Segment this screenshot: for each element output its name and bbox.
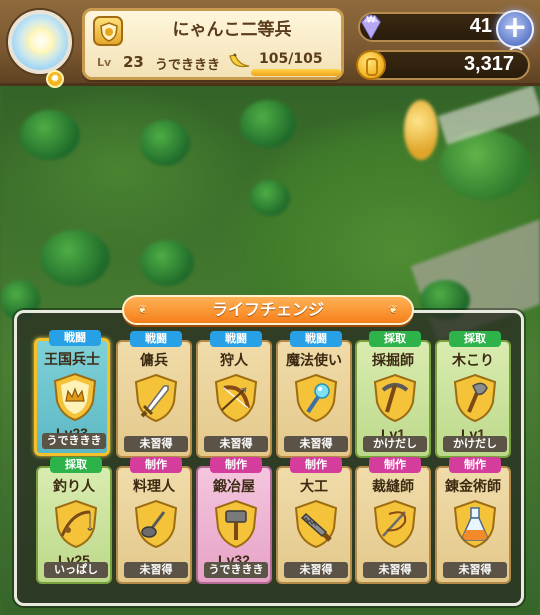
job-name: 料理人	[133, 479, 175, 495]
bow-icon	[210, 372, 262, 424]
job-category-tag: 戦闘	[210, 331, 262, 347]
gem-icon	[356, 12, 386, 46]
job-card-woodcutter[interactable]: 採取 木こり Lv1 かけだし	[435, 331, 511, 458]
job-card-miner[interactable]: 採取 採掘師 Lv1 かけだし	[355, 331, 431, 458]
magic-staff-icon	[290, 372, 342, 424]
job-status: かけだし	[443, 436, 507, 452]
level-row: Lv 23 うでききき 105/105	[91, 51, 341, 76]
needle-thread-icon	[369, 498, 421, 550]
stamina-bar-fill	[251, 69, 341, 76]
job-name: 裁縫師	[372, 479, 414, 495]
axe-icon	[449, 372, 501, 424]
job-status: 未習得	[124, 562, 188, 578]
job-category-tag: 制作	[449, 457, 501, 473]
job-category-tag: 戦闘	[49, 330, 101, 346]
life-change-title-banner: ❦ ライフチェンジ ❦	[122, 295, 414, 325]
coin-icon	[356, 50, 386, 80]
job-card-angler[interactable]: 採取 釣り人 Lv25 いっぱし	[36, 457, 112, 584]
job-card-tailor[interactable]: 制作 裁縫師 未習得	[355, 457, 431, 584]
panel-title: ライフチェンジ	[211, 300, 324, 319]
gem-count: 41	[469, 15, 492, 37]
job-name: 傭兵	[140, 353, 168, 369]
job-status: いっぱし	[44, 562, 108, 578]
job-category-tag: 戦闘	[130, 331, 182, 347]
level-label: Lv	[97, 56, 112, 69]
hammer-icon	[210, 498, 262, 550]
player-profile-card[interactable]: にゃんこ二等兵 Lv 23 うでききき 105/105	[82, 8, 344, 80]
job-name: 錬金術師	[445, 479, 501, 495]
job-name: 大工	[300, 479, 328, 495]
job-category-tag: 制作	[210, 457, 262, 473]
coin-counter[interactable]: 3,317	[356, 50, 530, 80]
job-card-royal-soldier[interactable]: 戦闘 王国兵士 Lv23 うでききき	[34, 330, 110, 456]
fishing-rod-icon	[50, 498, 102, 550]
ornament-left-icon: ❦	[138, 303, 148, 316]
stamina-bar	[251, 69, 341, 76]
job-status: 未習得	[363, 562, 427, 578]
job-status: 未習得	[284, 562, 348, 578]
ladle-icon	[130, 498, 182, 550]
job-card-mercenary[interactable]: 戦闘 傭兵 未習得	[116, 331, 192, 458]
add-gems-button[interactable]: +	[496, 10, 534, 57]
soldier-crest-icon	[49, 371, 101, 423]
sun-icon	[28, 28, 54, 54]
player-title: にゃんこ二等兵	[172, 20, 292, 40]
banana-icon	[227, 52, 253, 76]
job-name: 鍛冶屋	[213, 479, 255, 495]
job-status: 未習得	[284, 436, 348, 452]
rank-crest-icon	[93, 16, 123, 46]
job-name: 魔法使い	[286, 353, 342, 369]
job-card-cook[interactable]: 制作 料理人 未習得	[116, 457, 192, 584]
flask-icon	[449, 498, 501, 550]
job-category-tag: 採取	[449, 331, 501, 347]
job-category-tag: 制作	[290, 457, 342, 473]
player-level: 23	[123, 53, 144, 71]
job-category-tag: 採取	[50, 457, 102, 473]
job-card-alchemist[interactable]: 制作 錬金術師 未習得	[435, 457, 511, 584]
saw-icon	[290, 498, 342, 550]
job-card-mage[interactable]: 戦闘 魔法使い 未習得	[276, 331, 352, 458]
job-name: 木こり	[452, 353, 494, 369]
pickaxe-icon	[369, 372, 421, 424]
job-category-tag: 制作	[130, 457, 182, 473]
coin-count: 3,317	[463, 53, 514, 75]
skill-rank-label: うでききき	[155, 58, 221, 73]
job-name: 釣り人	[53, 479, 95, 495]
stamina-value: 105/105	[259, 51, 323, 67]
job-card-blacksmith[interactable]: 制作 鍛冶屋 Lv32 うでききき	[196, 457, 272, 584]
sword-icon	[130, 372, 182, 424]
ornament-right-icon: ❦	[388, 303, 398, 316]
job-name: 狩人	[220, 353, 248, 369]
job-card-carpenter[interactable]: 制作 大工 未習得	[276, 457, 352, 584]
weather-badge-icon: ✹	[46, 70, 64, 88]
job-category-tag: 採取	[369, 331, 421, 347]
job-status: 未習得	[204, 436, 268, 452]
job-status: うでききき	[204, 562, 268, 578]
job-status: 未習得	[443, 562, 507, 578]
job-status: 未習得	[124, 436, 188, 452]
job-card-hunter[interactable]: 戦闘 狩人 未習得	[196, 331, 272, 458]
job-status: かけだし	[363, 436, 427, 452]
job-name: 王国兵士	[44, 352, 100, 368]
job-category-tag: 戦闘	[290, 331, 342, 347]
job-status: うでききき	[42, 433, 106, 449]
job-name: 採掘師	[372, 353, 414, 369]
job-category-tag: 制作	[369, 457, 421, 473]
weather-indicator[interactable]: ✹	[8, 10, 72, 88]
